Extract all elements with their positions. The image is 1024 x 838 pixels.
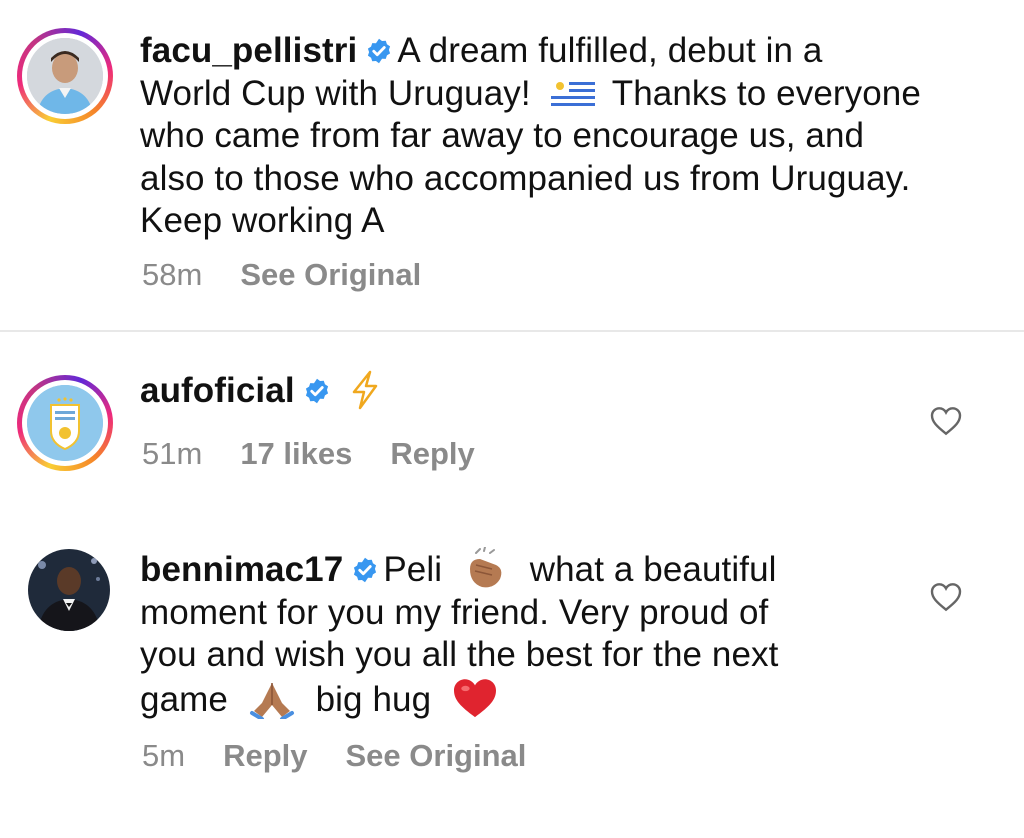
like-heart-icon[interactable] [930,406,962,436]
divider [0,330,1024,332]
username[interactable]: facu_pellistri [140,31,357,70]
folded-hands-icon [249,682,294,719]
likes-count[interactable]: 17 likes [240,436,352,471]
comment-time: 51m [142,436,203,471]
like-heart-icon[interactable] [930,582,962,612]
see-original-button[interactable]: See Original [240,257,421,292]
comment-text: World Cup with Uruguay! [140,73,531,113]
verified-badge-icon [368,38,391,64]
comment-time: 58m [142,257,203,292]
username[interactable]: bennimac17 [140,550,343,589]
uruguay-flag-icon [550,78,595,109]
comment-text: big hug [315,679,432,719]
reply-button[interactable]: Reply [390,436,474,471]
red-heart-icon [453,678,496,717]
player-photo [27,38,103,114]
comment-text: who came from far away to encourage us, … [140,116,865,155]
comment-text: Keep working A [140,201,385,240]
avatar-facu-pellistri[interactable] [17,28,113,124]
verified-badge-icon [354,557,377,583]
comment-text: what a beautiful [529,550,777,589]
clapping-hands-icon [469,547,502,588]
comment-text: also to those who accompanied us from Ur… [140,158,911,198]
see-original-button[interactable]: See Original [346,738,527,773]
comment-text: Peli [383,550,443,589]
avatar-aufoficial[interactable] [17,375,113,471]
comment-text: you and wish you all the best for the ne… [140,635,779,674]
username[interactable]: aufoficial [140,371,295,410]
comment-text: Thanks to everyone [611,73,921,113]
comment-time: 5m [142,738,186,773]
lightning-icon [353,370,378,410]
verified-badge-icon [305,378,328,404]
comment-text: moment for you my friend. Very proud of [140,592,769,632]
auf-crest-logo [27,385,103,461]
avatar-bennimac17[interactable] [28,549,110,631]
comment-text: game [140,679,228,719]
reply-button[interactable]: Reply [223,738,307,773]
comment-text: A dream fulfilled, debut in a [397,31,823,70]
